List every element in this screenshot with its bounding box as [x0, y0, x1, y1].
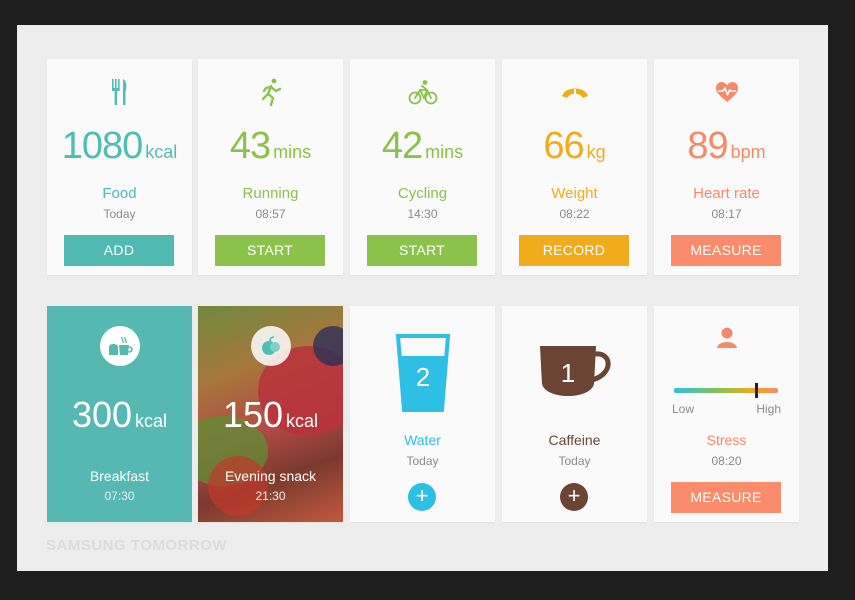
food-unit: kcal: [145, 142, 178, 162]
start-cycling-button[interactable]: START: [367, 235, 477, 266]
breakfast-time: 07:30: [104, 489, 135, 503]
food-metric: 1080 kcal: [47, 125, 192, 168]
stress-high-label: High: [756, 402, 781, 416]
snack-metric: 150 kcal: [198, 394, 343, 436]
weight-sub: 08:22: [559, 207, 590, 221]
watermark-text: SAMSUNG TOMORROW: [46, 537, 228, 554]
raspberries-image: [208, 456, 268, 516]
running-label: Running: [242, 185, 299, 202]
caffeine-count: 1: [560, 358, 576, 388]
cup-icon: 1: [538, 344, 616, 406]
cyclist-icon: [350, 75, 495, 109]
snack-label: Evening snack: [224, 468, 317, 484]
stress-label: Stress: [706, 432, 747, 448]
weight-metric: 66 kg: [502, 125, 647, 168]
breakfast-value: 300: [71, 394, 133, 435]
measure-stress-button[interactable]: MEASURE: [671, 482, 781, 513]
food-card[interactable]: 1080 kcal Food Today ADD: [47, 59, 192, 275]
dashboard-screen: 1080 kcal Food Today ADD 43 mins Running 0…: [17, 25, 828, 571]
heart-rate-sub: 08:17: [711, 207, 742, 221]
cycling-metric: 42 mins: [350, 125, 495, 168]
running-card[interactable]: 43 mins Running 08:57 START: [198, 59, 343, 275]
running-metric: 43 mins: [198, 125, 343, 168]
caffeine-sub: Today: [558, 454, 591, 468]
snack-time: 21:30: [255, 489, 286, 503]
stress-level-bar: [674, 383, 778, 398]
running-value: 43: [229, 125, 271, 167]
start-running-button[interactable]: START: [215, 235, 325, 266]
water-card[interactable]: 2 Water Today +: [350, 306, 495, 522]
add-water-button[interactable]: +: [408, 483, 436, 511]
weight-card[interactable]: 66 kg Weight 08:22 RECORD: [502, 59, 647, 275]
heart-rate-unit: bpm: [730, 142, 766, 162]
person-icon: [654, 320, 799, 354]
fruit-icon: [251, 326, 291, 366]
cycling-unit: mins: [425, 142, 464, 162]
plus-icon: +: [415, 483, 429, 508]
record-weight-button[interactable]: RECORD: [519, 235, 629, 266]
breakfast-card[interactable]: 300 kcal Breakfast 07:30: [47, 306, 192, 522]
runner-icon: [198, 75, 343, 109]
evening-snack-card[interactable]: 150 kcal Evening snack 21:30: [198, 306, 343, 522]
weight-unit: kg: [586, 142, 606, 162]
measure-heart-rate-button[interactable]: MEASURE: [671, 235, 781, 266]
food-sub: Today: [103, 207, 136, 221]
food-value: 1080: [61, 125, 144, 167]
stress-level-marker: [755, 383, 759, 398]
scale-icon: [502, 75, 647, 109]
glass-icon: 2: [395, 334, 451, 412]
add-food-button[interactable]: ADD: [64, 235, 174, 266]
heart-pulse-icon: [654, 75, 799, 109]
weight-label: Weight: [551, 185, 598, 202]
stress-card[interactable]: Low High Stress 08:20 MEASURE: [654, 306, 799, 522]
snack-value: 150: [222, 394, 284, 435]
food-label: Food: [102, 185, 137, 202]
heart-rate-card[interactable]: 89 bpm Heart rate 08:17 MEASURE: [654, 59, 799, 275]
heart-rate-metric: 89 bpm: [654, 125, 799, 168]
cycling-sub: 14:30: [407, 207, 438, 221]
heart-rate-value: 89: [687, 125, 728, 167]
breakfast-unit: kcal: [135, 411, 168, 431]
cycling-card[interactable]: 42 mins Cycling 14:30 START: [350, 59, 495, 275]
running-unit: mins: [273, 142, 312, 162]
cycling-value: 42: [381, 125, 423, 167]
running-sub: 08:57: [255, 207, 286, 221]
stress-low-label: Low: [672, 402, 695, 416]
weight-value: 66: [543, 125, 584, 167]
cycling-label: Cycling: [397, 185, 448, 202]
caffeine-card[interactable]: 1 Caffeine Today +: [502, 306, 647, 522]
breakfast-label: Breakfast: [89, 468, 150, 484]
water-label: Water: [404, 432, 441, 448]
fork-knife-icon: [47, 75, 192, 109]
add-caffeine-button[interactable]: +: [560, 483, 588, 511]
heart-rate-label: Heart rate: [693, 185, 760, 202]
water-count: 2: [415, 362, 431, 392]
snack-unit: kcal: [286, 411, 319, 431]
caffeine-label: Caffeine: [548, 432, 601, 448]
water-sub: Today: [406, 454, 439, 468]
plus-icon: +: [567, 483, 581, 508]
stress-sub: 08:20: [711, 454, 742, 468]
bread-cup-icon: [100, 326, 140, 366]
breakfast-metric: 300 kcal: [47, 394, 192, 436]
